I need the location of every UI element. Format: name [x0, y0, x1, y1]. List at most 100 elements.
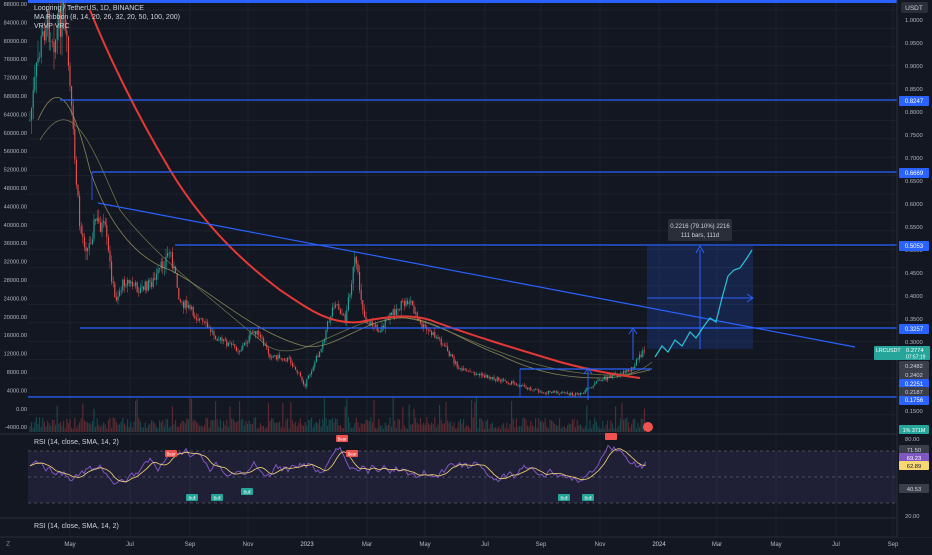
candle-body	[98, 217, 100, 223]
volume-bar	[453, 422, 455, 432]
left-axis-label: 48000.00	[4, 186, 27, 192]
volume-bar	[531, 425, 533, 432]
volume-bar	[336, 419, 338, 432]
candle-body	[216, 339, 218, 341]
volume-bar	[389, 417, 391, 432]
volume-bar	[394, 420, 396, 432]
volume-bar	[263, 426, 265, 432]
volume-bar	[410, 424, 412, 432]
candle-body	[287, 357, 289, 362]
ma-price-text: 0.2482	[905, 364, 923, 370]
candle-body	[159, 268, 161, 270]
volume-bar	[63, 421, 65, 432]
volume-bar	[589, 420, 591, 432]
volume-bar	[199, 425, 201, 432]
candle-body	[466, 369, 468, 371]
candle-body	[139, 287, 141, 294]
volume-bar	[183, 421, 185, 432]
candle-body	[450, 354, 452, 357]
volume-bar	[117, 424, 119, 432]
candle-body	[199, 318, 201, 321]
candle-body	[152, 278, 154, 287]
candle-body	[67, 36, 69, 66]
volume-bar	[435, 427, 437, 432]
candle-body	[554, 391, 556, 393]
volume-bar	[605, 424, 607, 432]
volume-bar	[43, 421, 45, 432]
flag-icon[interactable]	[643, 422, 653, 432]
candle-body	[479, 374, 481, 376]
candle-body	[179, 299, 181, 302]
candle-body	[77, 184, 79, 196]
volume-bar	[547, 428, 549, 432]
volume-bar	[426, 417, 428, 432]
volume-bar	[152, 421, 154, 432]
volume-bar	[416, 422, 418, 432]
candle-body	[410, 300, 412, 303]
volume-bar	[275, 422, 277, 432]
volume-bar	[363, 423, 365, 432]
volume-bar	[405, 428, 407, 432]
candle-body	[43, 31, 45, 41]
candle-body	[459, 368, 461, 369]
candle-body	[183, 301, 185, 309]
time-axis[interactable]: May Jul Sep Nov 2023 Mar May Jul Sep Nov 2024 Mar Ma…	[64, 542, 899, 548]
candle-body	[373, 325, 375, 327]
candle-body	[232, 344, 234, 345]
volume-bar	[165, 418, 167, 432]
vrvp-legend[interactable]: VRVP VRC	[34, 23, 70, 30]
volume-bar	[611, 423, 613, 432]
candle-body	[453, 356, 455, 364]
ma-ribbon-legend[interactable]: MA Ribbon (8, 14, 20, 26, 32, 20, 50, 10…	[34, 14, 180, 21]
candle-body	[467, 370, 469, 372]
candle-body	[543, 392, 545, 394]
candle-body	[128, 279, 130, 284]
candle-body	[347, 296, 349, 311]
candle-body	[151, 282, 153, 287]
volume-bar	[354, 423, 356, 432]
volume-bar	[538, 418, 540, 432]
volume-bar	[283, 427, 285, 432]
volume-bar	[187, 419, 189, 432]
volume-bar	[357, 422, 359, 432]
candle-body	[221, 337, 223, 341]
candle-body	[359, 271, 361, 290]
volume-bar	[317, 423, 319, 432]
candle-body	[293, 365, 295, 367]
candle-body	[568, 393, 570, 395]
candle-body	[56, 28, 58, 40]
volume-bar	[299, 418, 301, 432]
rsi-axis-label: 80.00	[905, 437, 920, 443]
symbol-title[interactable]: Loopring / TetherUS, 1D, BINANCE	[34, 5, 144, 12]
candle-body	[235, 346, 237, 351]
candle-body	[451, 354, 453, 357]
right-axis-label: 0.3000	[905, 340, 923, 346]
candle-body	[219, 337, 221, 340]
candle-body	[381, 325, 383, 332]
candle-body	[130, 281, 132, 284]
volume-bar	[431, 422, 433, 432]
left-axis-label: 12000.00	[4, 352, 27, 358]
candle-body	[261, 337, 263, 339]
candle-body	[279, 354, 281, 359]
volume-bar	[491, 422, 493, 432]
candle-body	[135, 282, 137, 286]
volume-bar	[95, 426, 97, 432]
candle-body	[234, 344, 236, 347]
candle-body	[415, 312, 417, 314]
candle-body	[394, 309, 396, 315]
volume-bar	[557, 425, 559, 432]
time-axis-label: Jul	[481, 542, 489, 548]
volume-bar	[571, 419, 573, 432]
volume-bar	[559, 418, 561, 432]
volume-bar	[88, 422, 90, 432]
candle-body	[104, 221, 106, 226]
candle-body	[536, 389, 538, 391]
candle-body	[362, 300, 364, 310]
timezone-icon[interactable]: Z	[6, 541, 11, 548]
candle-body	[344, 313, 346, 322]
volume-bar	[226, 419, 228, 432]
volume-bar	[448, 422, 450, 432]
volume-bar	[493, 428, 495, 432]
price-chart[interactable]: 0.2216 (79.10%) 2216 111 bars, 111d Bear…	[0, 0, 932, 550]
